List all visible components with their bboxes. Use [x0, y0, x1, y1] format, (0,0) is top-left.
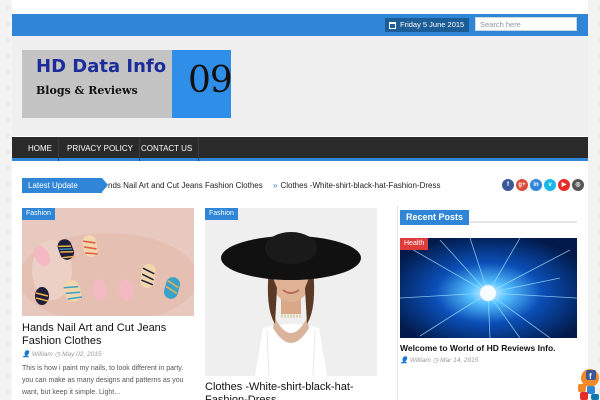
post-author[interactable]: William [410, 357, 431, 364]
recent-post-title[interactable]: Welcome to World of HD Reviews Info. [400, 342, 577, 355]
vimeo-icon[interactable]: v [544, 179, 556, 191]
logo-title: HD Data Info [36, 56, 167, 77]
ticker-item[interactable]: nds Nail Art and Cut Jeans Fashion Cloth… [108, 181, 263, 190]
category-tag[interactable]: Fashion [22, 208, 55, 220]
clock-icon: ◷ [54, 351, 61, 358]
nav-item-home[interactable]: HOME [22, 137, 59, 161]
sidebar-heading: Recent Posts [400, 207, 577, 225]
post-date: Mar 14, 2015 [440, 357, 479, 364]
instagram-icon[interactable]: ◎ [572, 179, 584, 191]
search-input[interactable] [475, 17, 577, 31]
ticker-label: Latest Update [22, 178, 108, 193]
main-navigation: HOME PRIVACY POLICY CONTACT US [12, 137, 588, 161]
svg-text:f: f [589, 372, 592, 381]
date-display: Friday 5 June 2015 [385, 18, 470, 32]
nav-item-privacy-policy[interactable]: PRIVACY POLICY [61, 137, 140, 161]
category-tag[interactable]: Fashion [205, 208, 238, 220]
user-icon: 👤 [22, 351, 31, 358]
logo-subtitle: Blogs & Reviews [36, 84, 138, 97]
column-divider [397, 206, 398, 400]
post-excerpt: This is how i paint my nails, to look di… [22, 365, 184, 396]
social-links: f g+ in v ▶ ◎ [502, 179, 584, 191]
linkedin-icon[interactable]: in [530, 179, 542, 191]
youtube-icon[interactable]: ▶ [558, 179, 570, 191]
recent-post-image[interactable]: Health [400, 238, 577, 338]
user-icon: 👤 [400, 357, 409, 364]
post-title[interactable]: Clothes -White-shirt-black-hat-Fashion-D… [205, 381, 380, 400]
date-text: Friday 5 June 2015 [400, 20, 465, 29]
site-header: HD Data Info Blogs & Reviews 09 [12, 36, 588, 136]
google-plus-icon[interactable]: g+ [516, 179, 528, 191]
floating-share-widget[interactable]: f [577, 366, 600, 400]
recent-post-meta: 👤 William ◷ Mar 14, 2015 [400, 356, 478, 364]
post-author[interactable]: William [32, 351, 53, 358]
hd-light-burst-image [400, 238, 577, 338]
post-image-fashion-dress[interactable]: Fashion [205, 208, 377, 376]
post-meta: 👤 William ◷ May 02, 2015 [22, 350, 101, 358]
nail-art-image [22, 208, 194, 316]
post-title[interactable]: Hands Nail Art and Cut Jeans Fashion Clo… [22, 322, 194, 348]
fashion-dress-image [205, 208, 377, 376]
chevron-right-icon: » [272, 181, 278, 190]
ticker-item[interactable]: Clothes -White-shirt-black-hat-Fashion-D… [280, 181, 440, 190]
facebook-icon[interactable]: f [502, 179, 514, 191]
page-wrapper: Friday 5 June 2015 HD Data Info Blogs & … [12, 0, 588, 400]
post-image-nail-art[interactable]: Fashion [22, 208, 194, 316]
calendar-icon [389, 21, 396, 29]
category-tag[interactable]: Health [400, 238, 429, 250]
sidebar-heading-label: Recent Posts [400, 210, 470, 225]
nav-item-contact-us[interactable]: CONTACT US [135, 137, 200, 161]
share-icons-cluster: f [578, 369, 599, 400]
latest-update-ticker: Latest Update nds Nail Art and Cut Jeans… [22, 175, 584, 197]
clock-icon: ◷ [432, 357, 439, 364]
post-date: May 02, 2015 [62, 351, 102, 358]
site-logo[interactable]: HD Data Info Blogs & Reviews 09 [22, 50, 233, 118]
top-bar: Friday 5 June 2015 [12, 14, 588, 36]
logo-number: 09 [188, 60, 233, 101]
ticker-track: nds Nail Art and Cut Jeans Fashion Cloth… [108, 178, 444, 193]
